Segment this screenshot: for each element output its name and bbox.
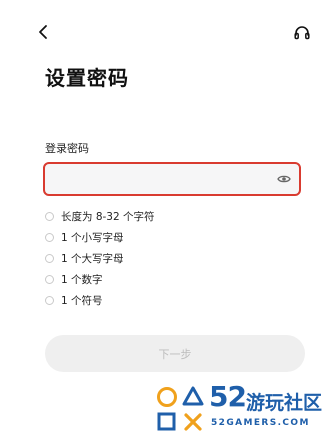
top-bar xyxy=(0,18,332,46)
page-title: 设置密码 xyxy=(45,66,129,90)
rule-status-indicator xyxy=(45,232,54,242)
game-symbols-logo-icon xyxy=(157,386,204,431)
back-button[interactable] xyxy=(32,21,54,43)
rule-text: 长度为 8-32 个字符 xyxy=(61,210,155,223)
watermark-site: 52GAMERS.COM xyxy=(211,418,310,428)
customer-support-button[interactable] xyxy=(290,21,314,45)
rule-symbol: 1 个符号 xyxy=(45,292,155,308)
rule-status-indicator xyxy=(45,253,54,263)
rule-status-indicator xyxy=(45,295,54,305)
eye-icon xyxy=(277,175,291,183)
password-input[interactable] xyxy=(53,168,273,190)
rule-status-indicator xyxy=(45,274,54,284)
rule-number: 1 个数字 xyxy=(45,271,155,287)
password-field[interactable] xyxy=(43,162,301,196)
toggle-visibility-button[interactable] xyxy=(275,171,293,187)
rule-status-indicator xyxy=(45,211,54,221)
back-chevron-icon xyxy=(39,25,47,39)
next-step-button[interactable]: 下一步 xyxy=(45,335,305,372)
password-field-label: 登录密码 xyxy=(45,142,89,155)
set-password-screen: 设置密码 登录密码 长度为 8-32 个字符 1 个小写字母 1 个大写字母 1… xyxy=(0,0,332,444)
rule-text: 1 个符号 xyxy=(61,294,103,307)
rule-uppercase: 1 个大写字母 xyxy=(45,250,155,266)
password-rules-list: 长度为 8-32 个字符 1 个小写字母 1 个大写字母 1 个数字 1 个符号 xyxy=(45,208,155,313)
rule-text: 1 个小写字母 xyxy=(61,231,124,244)
rule-text: 1 个大写字母 xyxy=(61,252,124,265)
rule-length: 长度为 8-32 个字符 xyxy=(45,208,155,224)
watermark-name: 游玩社区 xyxy=(246,392,323,414)
headset-icon xyxy=(294,26,310,40)
site-watermark: 52 游玩社区 52GAMERS.COM xyxy=(155,380,327,440)
rule-text: 1 个数字 xyxy=(61,273,103,286)
watermark-number: 52 xyxy=(209,380,247,413)
rule-lowercase: 1 个小写字母 xyxy=(45,229,155,245)
